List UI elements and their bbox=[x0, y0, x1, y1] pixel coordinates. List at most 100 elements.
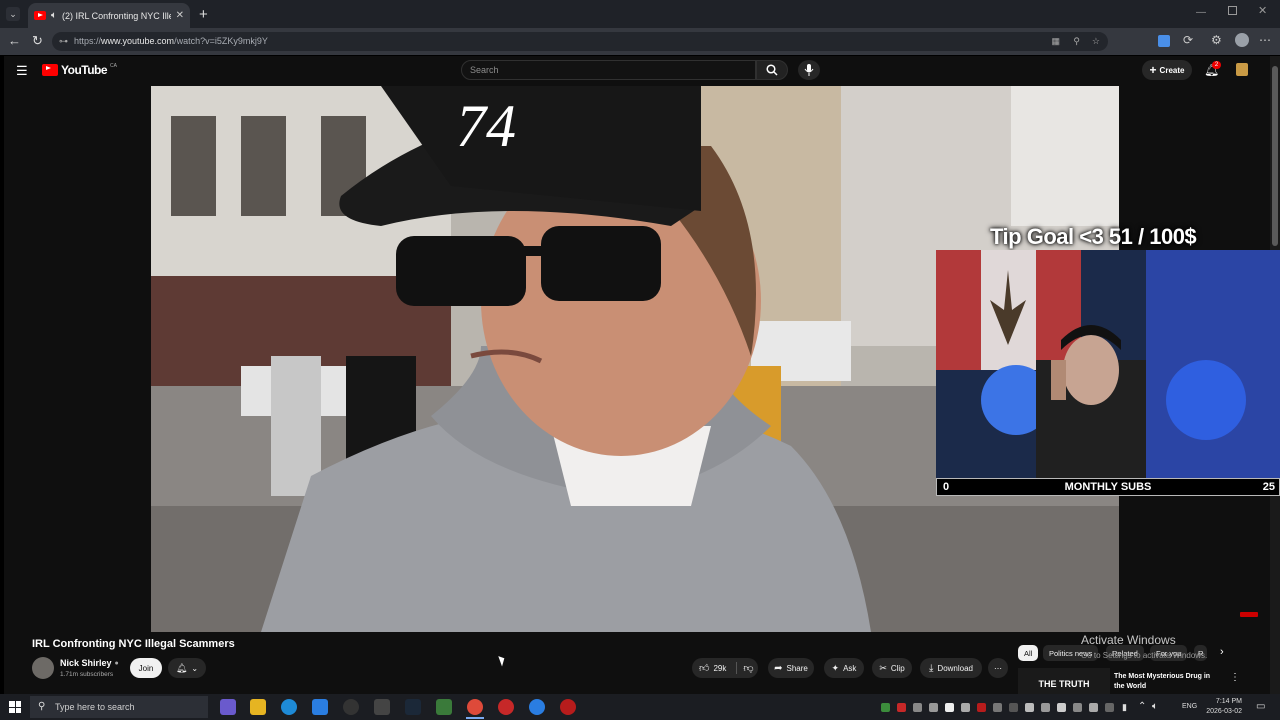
recommendation-menu-icon[interactable]: ⋮ bbox=[1230, 672, 1240, 683]
create-button[interactable]: + Create bbox=[1142, 60, 1192, 80]
thumbs-down-icon[interactable]: 👎︎ bbox=[743, 662, 753, 674]
tray-icon-4[interactable] bbox=[929, 703, 938, 712]
recommendation-thumbnail[interactable]: THE TRUTH bbox=[1018, 668, 1110, 694]
subs-max-value: 25 bbox=[1262, 481, 1275, 493]
tray-icon-6[interactable] bbox=[961, 703, 970, 712]
channel-avatar[interactable] bbox=[32, 657, 54, 679]
app-icon-blue-round[interactable] bbox=[529, 699, 545, 715]
download-icon: ⤓ bbox=[929, 662, 934, 674]
channel-name[interactable]: Nick Shirley bbox=[60, 658, 112, 668]
more-actions-button[interactable]: ⋯ bbox=[988, 658, 1008, 678]
clip-button[interactable]: ✂ Clip bbox=[872, 658, 912, 678]
settings-gear-icon[interactable] bbox=[374, 699, 390, 715]
back-arrow-icon[interactable]: ← bbox=[8, 33, 21, 48]
plus-icon: + bbox=[1149, 63, 1157, 77]
clip-label: Clip bbox=[890, 663, 905, 673]
read-view-icon[interactable]: ▦ bbox=[1051, 32, 1060, 51]
steam-icon[interactable] bbox=[405, 699, 421, 715]
create-label: Create bbox=[1159, 65, 1185, 75]
tab-list-chevron-icon[interactable]: ⌄ bbox=[6, 7, 20, 21]
speaker-icon[interactable]: 🔈︎ bbox=[51, 10, 57, 21]
tray-icon-8[interactable] bbox=[993, 703, 1002, 712]
country-code: CA bbox=[110, 63, 117, 69]
profile-avatar[interactable] bbox=[1235, 33, 1249, 47]
like-dislike-group: 👍︎ 29k 👎︎ bbox=[692, 658, 758, 678]
file-explorer-icon[interactable] bbox=[250, 699, 266, 715]
refresh-extension-icon[interactable]: ⟳ bbox=[1183, 33, 1193, 47]
voice-search-button[interactable] bbox=[798, 60, 820, 80]
chrome-icon[interactable] bbox=[467, 699, 483, 715]
active-app-indicator bbox=[466, 717, 484, 719]
zoom-icon[interactable]: ⚲ bbox=[1073, 32, 1080, 51]
tray-icon-14[interactable] bbox=[1089, 703, 1098, 712]
minimize-icon[interactable]: — bbox=[1196, 7, 1206, 18]
tray-icon-5[interactable] bbox=[945, 703, 954, 712]
tray-icon-15[interactable] bbox=[1105, 703, 1114, 712]
favorite-star-icon[interactable]: ☆ bbox=[1092, 32, 1100, 51]
browser-tab-active[interactable]: 🔈︎ (2) IRL Confronting NYC Illeg ✕ bbox=[28, 3, 190, 28]
tray-icon-12[interactable] bbox=[1057, 703, 1066, 712]
windows-start-icon[interactable] bbox=[9, 701, 21, 713]
share-arrow-icon: ➦ bbox=[774, 662, 783, 674]
copilot-icon[interactable] bbox=[220, 699, 236, 715]
subscribe-notifications-button[interactable]: 🔔︎ ⌄ bbox=[168, 658, 206, 678]
thumbs-up-icon[interactable]: 👍︎ bbox=[699, 662, 709, 674]
taskbar-search-input[interactable]: Type here to search bbox=[30, 696, 208, 718]
browser-menu-icon[interactable]: ⋯ bbox=[1259, 33, 1271, 47]
tab-close-icon[interactable]: ✕ bbox=[176, 10, 184, 21]
app-icon-dark[interactable] bbox=[343, 699, 359, 715]
hamburger-menu-icon[interactable]: ☰ bbox=[16, 63, 28, 79]
network-icon[interactable]: ▮ bbox=[1122, 702, 1127, 713]
tray-icon-13[interactable] bbox=[1073, 703, 1082, 712]
scissors-icon: ✂ bbox=[879, 662, 887, 673]
activate-windows-subtext: Go to Settings to activate Windows. bbox=[1081, 651, 1208, 660]
tray-icon-3[interactable] bbox=[913, 703, 922, 712]
channel-name-row[interactable]: Nick Shirley ● bbox=[60, 658, 119, 668]
download-button[interactable]: ⤓ Download bbox=[920, 658, 982, 678]
tray-icon-1[interactable] bbox=[881, 703, 890, 712]
address-bar[interactable]: ⊶ https://www.youtube.com/watch?v=i5ZKy9… bbox=[52, 32, 1108, 51]
search-input[interactable]: Search bbox=[461, 60, 756, 80]
extension-icon[interactable] bbox=[1158, 35, 1170, 47]
new-tab-plus-icon[interactable]: + bbox=[199, 6, 208, 23]
search-button[interactable] bbox=[756, 60, 788, 80]
tray-icon-10[interactable] bbox=[1025, 703, 1034, 712]
maximize-icon[interactable] bbox=[1228, 6, 1237, 15]
join-button[interactable]: Join bbox=[130, 658, 162, 678]
live-indicator-icon bbox=[1240, 612, 1258, 617]
tray-icon-7[interactable] bbox=[977, 703, 986, 712]
ask-button[interactable]: ✦ Ask bbox=[824, 658, 864, 678]
url-prefix: https:// bbox=[74, 36, 102, 46]
chevron-up-icon[interactable]: ⌃ bbox=[1138, 701, 1146, 712]
app-icon-red[interactable] bbox=[498, 699, 514, 715]
more-horizontal-icon: ⋯ bbox=[994, 663, 1002, 673]
account-avatar[interactable] bbox=[1236, 63, 1248, 76]
subs-bar-label: MONTHLY SUBS bbox=[1064, 481, 1152, 493]
clock[interactable]: 7:14 PM 2026-03-02 bbox=[1204, 697, 1242, 717]
app-icon-blue[interactable] bbox=[312, 699, 328, 715]
like-count[interactable]: 29k bbox=[713, 664, 726, 673]
tray-icon-11[interactable] bbox=[1041, 703, 1050, 712]
window-close-icon[interactable]: ✕ bbox=[1258, 4, 1267, 17]
tray-icon-2[interactable] bbox=[897, 703, 906, 712]
language-indicator[interactable]: ENG bbox=[1182, 703, 1197, 710]
share-button[interactable]: ➦ Share bbox=[768, 658, 814, 678]
site-info-icon[interactable]: ⊶ bbox=[59, 32, 68, 51]
tray-icon-9[interactable] bbox=[1009, 703, 1018, 712]
chip-all[interactable]: All bbox=[1018, 645, 1039, 661]
app-icon-green[interactable] bbox=[436, 699, 452, 715]
youtube-logo[interactable]: YouTube CA bbox=[42, 63, 117, 77]
app-icon-dark-red[interactable] bbox=[560, 699, 576, 715]
share-label: Share bbox=[786, 663, 808, 673]
youtube-logo-text: YouTube bbox=[61, 63, 108, 77]
recommendation-title-line2: the World bbox=[1114, 683, 1147, 690]
webcam-frame bbox=[936, 250, 1280, 478]
download-label: Download bbox=[937, 663, 973, 673]
notification-center-icon[interactable]: ▭ bbox=[1256, 701, 1265, 712]
chips-next-chevron-icon[interactable]: › bbox=[1220, 646, 1224, 658]
edge-browser-icon[interactable] bbox=[281, 699, 297, 715]
volume-icon[interactable]: 🔈︎ bbox=[1152, 701, 1158, 712]
recommendation-title[interactable]: The Most Mysterious Drug in the World bbox=[1114, 672, 1210, 692]
reload-icon[interactable]: ↻ bbox=[32, 33, 43, 49]
puzzle-extension-icon[interactable]: ⚙ bbox=[1211, 33, 1222, 47]
